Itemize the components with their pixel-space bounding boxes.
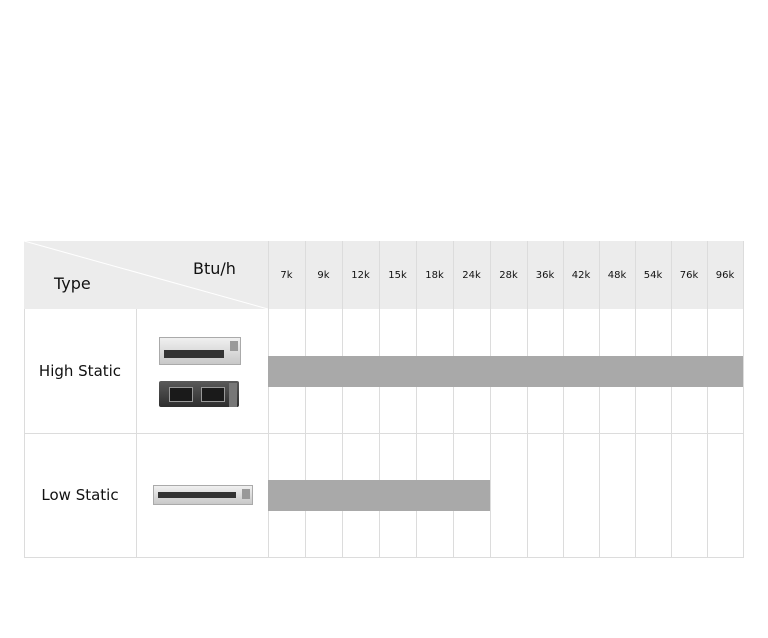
row-label-low-static: Low Static [41, 486, 119, 504]
tick-label-15k: 15k [388, 270, 407, 281]
tick-label-24k: 24k [462, 270, 481, 281]
tick-label-42k: 42k [571, 270, 591, 281]
tick-label-28k: 28k [499, 270, 518, 281]
grid-vline [527, 241, 528, 557]
grid-hline [24, 557, 744, 558]
panel [229, 383, 237, 407]
tick-label-48k: 48k [607, 270, 627, 281]
range-bar [268, 356, 743, 387]
row-label-high-static: High Static [38, 362, 122, 380]
header-type-label: Type [54, 274, 91, 293]
capacity-range-chart: Type Btu/h 7k 9k 12k 15k 18k 24k 28k 36k 42k 48k 54k… [0, 0, 768, 638]
grid-vline [490, 241, 491, 557]
grid-vline [671, 241, 672, 557]
grid-vline [599, 241, 600, 557]
vent [201, 387, 225, 402]
tick-label-18k: 18k [425, 270, 444, 281]
tick-label-9k: 9k [317, 270, 330, 281]
vent [158, 492, 236, 498]
grid-hline [24, 433, 744, 434]
tick-label-54k: 54k [643, 270, 663, 281]
grid-vline [563, 241, 564, 557]
range-bar [268, 480, 490, 511]
grid-vline [743, 241, 744, 557]
tick-label-12k: 12k [351, 270, 370, 281]
tick-label-7k: 7k [280, 270, 293, 281]
tick-label-96k: 96k [715, 270, 735, 281]
grid-vline [635, 241, 636, 557]
panel [242, 489, 250, 499]
vent [164, 350, 224, 358]
grid-vline [707, 241, 708, 557]
tick-label-36k: 36k [535, 270, 555, 281]
vent [169, 387, 193, 402]
tick-label-76k: 76k [679, 270, 699, 281]
header-unit-label: Btu/h [193, 259, 236, 278]
panel [230, 341, 238, 351]
ceiling-duct-unit-black-image [159, 381, 239, 407]
ceiling-duct-unit-silver-image [159, 337, 241, 365]
slim-duct-unit-image [153, 485, 253, 505]
